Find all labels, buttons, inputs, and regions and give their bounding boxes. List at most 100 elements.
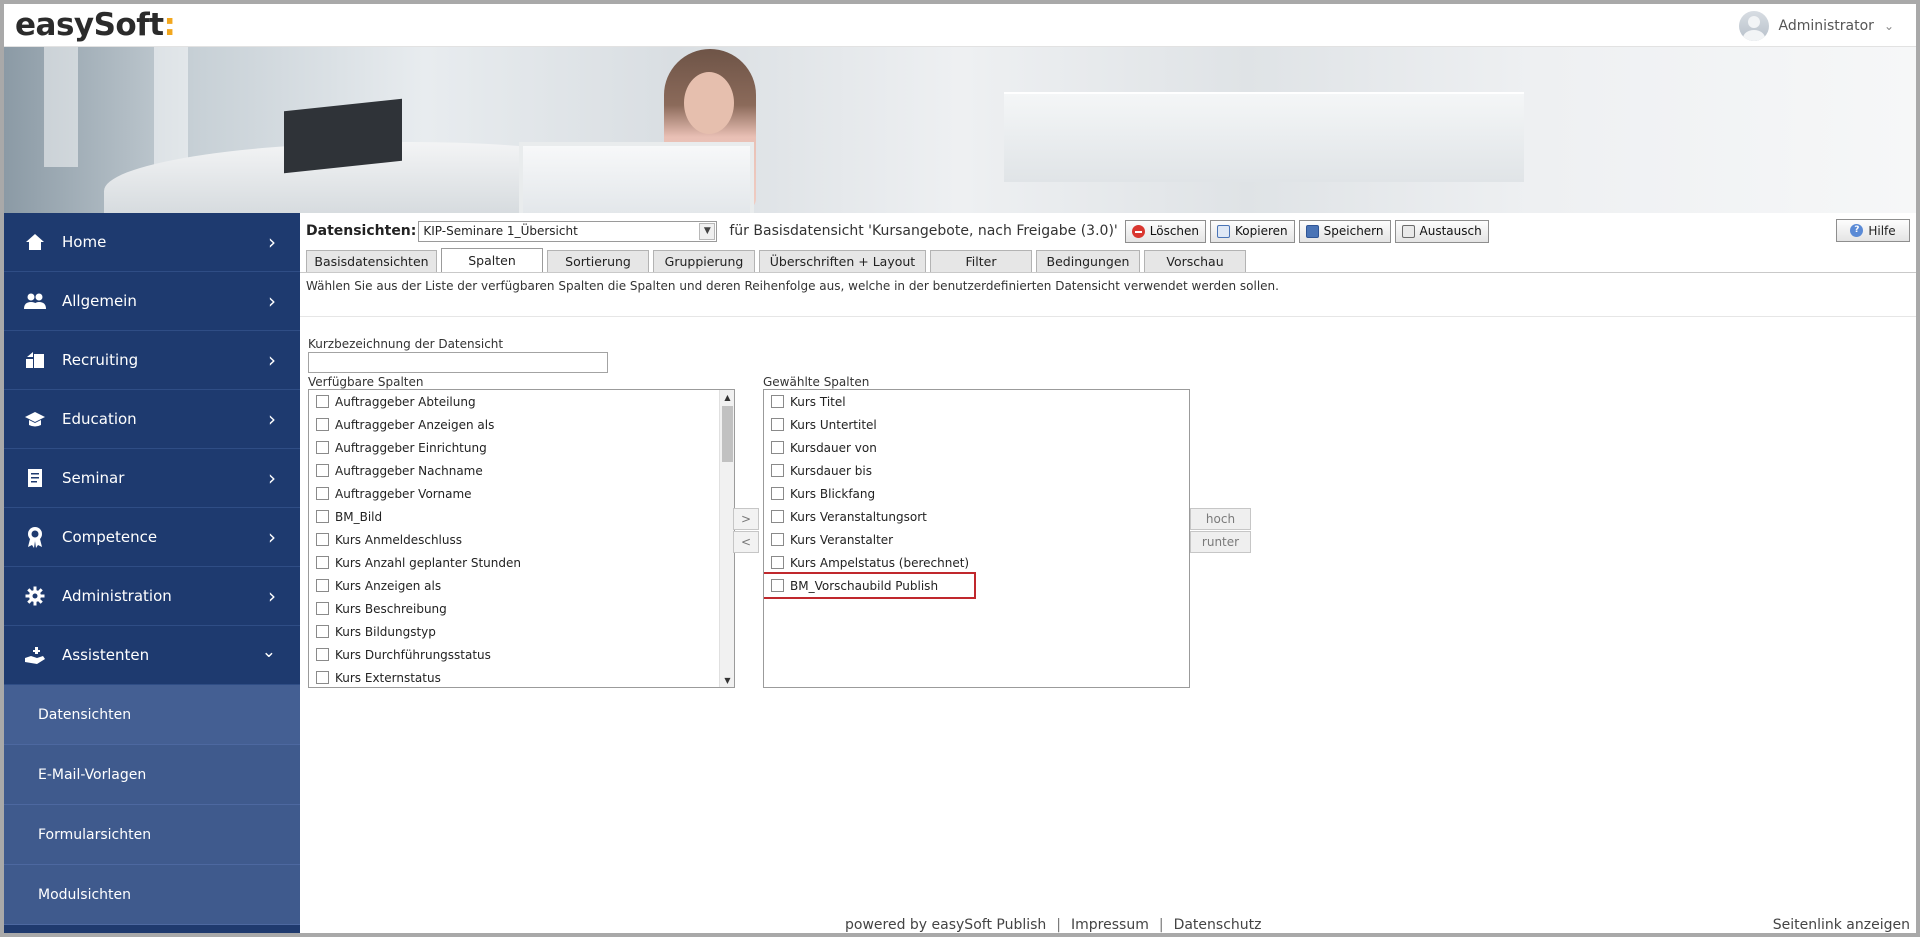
view-select[interactable]: KIP-Seminare 1_Übersicht ▼ (418, 220, 718, 242)
list-item[interactable]: Kursdauer bis (764, 459, 1189, 482)
selected-columns-list[interactable]: Kurs Titel Kurs Untertitel Kursdauer von… (763, 389, 1190, 688)
checkbox[interactable] (771, 556, 784, 569)
add-column-button[interactable]: > (733, 508, 759, 530)
checkbox[interactable] (771, 510, 784, 523)
tab-filter[interactable]: Filter (930, 250, 1032, 272)
tab-bedingungen[interactable]: Bedingungen (1036, 250, 1140, 272)
list-item[interactable]: Kurs Bildungstyp (309, 620, 734, 643)
list-item[interactable]: Kursdauer von (764, 436, 1189, 459)
checkbox[interactable] (316, 533, 329, 546)
datenschutz-link[interactable]: Datenschutz (1174, 917, 1262, 933)
header-banner-image (4, 47, 1916, 213)
tab-basisdatensichten[interactable]: Basisdatensichten (306, 250, 437, 272)
subnav-item-formularsichten[interactable]: Formularsichten (4, 805, 300, 865)
scrollbar[interactable]: ▲ ▼ (719, 390, 734, 687)
checkbox[interactable] (771, 579, 784, 592)
list-item[interactable]: Auftraggeber Abteilung (309, 390, 734, 413)
list-item-highlighted[interactable]: BM_Vorschaubild Publish (764, 572, 976, 599)
list-item[interactable]: Auftraggeber Nachname (309, 459, 734, 482)
tab-label: Gruppierung (664, 254, 744, 269)
sidebar-item-competence[interactable]: Competence › (4, 508, 300, 567)
move-up-button[interactable]: hoch (1190, 508, 1251, 530)
exchange-button[interactable]: Austausch (1394, 219, 1489, 243)
list-item[interactable]: Auftraggeber Vorname (309, 482, 734, 505)
save-icon (1305, 224, 1319, 238)
checkbox[interactable] (771, 533, 784, 546)
list-item[interactable]: Kurs Anzeigen als (309, 574, 734, 597)
list-item[interactable]: Kurs Titel (764, 390, 1189, 413)
list-item[interactable]: Auftraggeber Einrichtung (309, 436, 734, 459)
checkbox[interactable] (771, 418, 784, 431)
banner-window (44, 47, 78, 167)
available-columns-list[interactable]: Auftraggeber Abteilung Auftraggeber Anze… (308, 389, 735, 688)
subnav-item-email-vorlagen[interactable]: E-Mail-Vorlagen (4, 745, 300, 805)
delete-button[interactable]: Löschen (1124, 219, 1207, 243)
checkbox[interactable] (771, 395, 784, 408)
checkbox[interactable] (316, 648, 329, 661)
list-item[interactable]: Kurs Anmeldeschluss (309, 528, 734, 551)
subnav-item-modulsichten[interactable]: Modulsichten (4, 865, 300, 925)
checkbox[interactable] (316, 395, 329, 408)
checkbox[interactable] (316, 556, 329, 569)
remove-column-button[interactable]: < (733, 531, 759, 553)
copy-button[interactable]: Kopieren (1210, 219, 1295, 243)
sidebar-item-assistenten[interactable]: Assistenten ⌄ (4, 626, 300, 685)
tab-vorschau[interactable]: Vorschau (1144, 250, 1246, 272)
subnav-item-datensichten[interactable]: Datensichten (4, 685, 300, 745)
base-view-description: für Basisdatensicht 'Kursangebote, nach … (729, 223, 1118, 239)
list-item[interactable]: Kurs Externstatus (309, 666, 734, 687)
list-item[interactable]: Kurs Blickfang (764, 482, 1189, 505)
help-button[interactable]: ? Hilfe (1836, 219, 1910, 242)
sidebar-item-education[interactable]: Education › (4, 390, 300, 449)
page-link[interactable]: Seitenlink anzeigen (1773, 917, 1910, 933)
recruiting-icon (24, 349, 46, 371)
impressum-link[interactable]: Impressum (1071, 917, 1149, 933)
checkbox[interactable] (316, 510, 329, 523)
list-item[interactable]: Kurs Beschreibung (309, 597, 734, 620)
list-item-label: Kurs Anzahl geplanter Stunden (335, 555, 521, 570)
sidebar-item-seminar[interactable]: Seminar › (4, 449, 300, 508)
scroll-down-icon[interactable]: ▼ (720, 673, 734, 687)
list-item[interactable]: Kurs Durchführungsstatus (309, 643, 734, 666)
checkbox[interactable] (316, 625, 329, 638)
list-item[interactable]: Kurs Veranstalter (764, 528, 1189, 551)
checkbox[interactable] (771, 464, 784, 477)
checkbox[interactable] (316, 602, 329, 615)
tab-gruppierung[interactable]: Gruppierung (653, 250, 755, 272)
sidebar-item-label: Administration (62, 587, 172, 605)
chevron-down-icon[interactable]: ▼ (699, 222, 716, 240)
list-item[interactable]: Kurs Anzahl geplanter Stunden (309, 551, 734, 574)
list-item-label: Kursdauer bis (790, 463, 872, 478)
checkbox[interactable] (316, 579, 329, 592)
sidebar-item-home[interactable]: Home › (4, 213, 300, 272)
document-icon (24, 467, 46, 489)
checkbox[interactable] (771, 441, 784, 454)
checkbox[interactable] (316, 671, 329, 684)
tab-ueberschriften-layout[interactable]: Überschriften + Layout (759, 250, 926, 272)
sidebar-item-recruiting[interactable]: Recruiting › (4, 331, 300, 390)
checkbox[interactable] (316, 441, 329, 454)
scroll-up-icon[interactable]: ▲ (720, 390, 734, 404)
list-item-label: Kurs Beschreibung (335, 601, 447, 616)
user-menu[interactable]: Administrator ⌄ (1738, 10, 1894, 42)
list-item-label: Kurs Veranstaltungsort (790, 509, 927, 524)
logo[interactable]: easySoft: (15, 7, 176, 43)
list-item[interactable]: Kurs Untertitel (764, 413, 1189, 436)
list-item[interactable]: BM_Bild (309, 505, 734, 528)
save-button[interactable]: Speichern (1298, 219, 1391, 243)
list-item[interactable]: Kurs Veranstaltungsort (764, 505, 1189, 528)
sidebar-item-administration[interactable]: Administration › (4, 567, 300, 626)
checkbox[interactable] (316, 464, 329, 477)
checkbox[interactable] (771, 487, 784, 500)
checkbox[interactable] (316, 487, 329, 500)
checkbox[interactable] (316, 418, 329, 431)
banner-face (684, 72, 734, 134)
short-name-input[interactable] (308, 352, 608, 373)
tab-spalten[interactable]: Spalten (441, 248, 543, 272)
list-item[interactable]: Auftraggeber Anzeigen als (309, 413, 734, 436)
move-down-button[interactable]: runter (1190, 531, 1251, 553)
list-item[interactable]: Kurs Ampelstatus (berechnet) (764, 551, 1189, 574)
tab-sortierung[interactable]: Sortierung (547, 250, 649, 272)
scrollbar-thumb[interactable] (722, 406, 733, 462)
sidebar-item-allgemein[interactable]: Allgemein › (4, 272, 300, 331)
